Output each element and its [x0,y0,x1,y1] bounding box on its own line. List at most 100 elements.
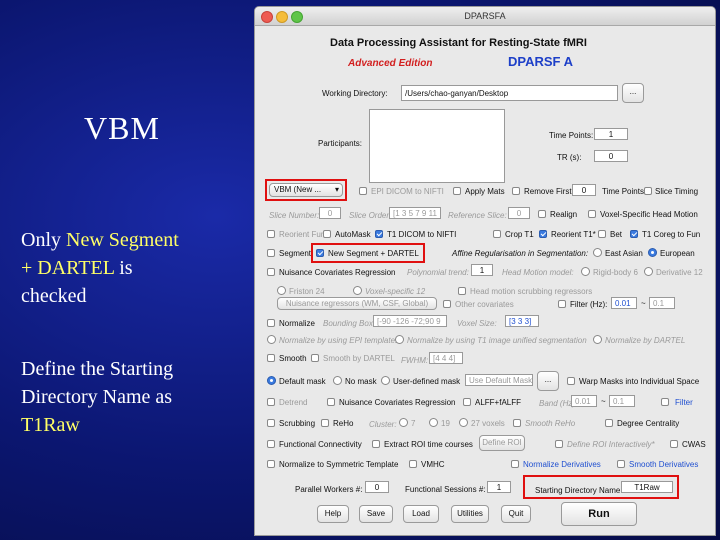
cluster-7-radio[interactable] [399,418,408,427]
filter-low-input[interactable]: 0.01 [611,297,637,309]
mask-path-input[interactable]: Use Default Mask [465,374,533,386]
cluster-27-radio[interactable] [459,418,468,427]
smooth-dartel-checkbox[interactable] [311,354,319,362]
fc-checkbox[interactable] [267,440,275,448]
working-directory-field[interactable]: /Users/chao-ganyan/Desktop [401,85,618,101]
default-mask-radio[interactable] [267,376,276,385]
european-radio[interactable] [648,248,657,257]
smooth-derivatives-checkbox[interactable] [617,460,625,468]
no-mask-radio[interactable] [333,376,342,385]
bounding-box-input[interactable]: [-90 -126 -72;90 9 [373,315,447,327]
realign-checkbox[interactable] [538,210,546,218]
t1-coreg-checkbox[interactable] [630,230,638,238]
slice-order-input[interactable]: [1 3 5 7 9 11 [389,207,441,219]
segment-checkbox[interactable] [267,249,275,257]
slice-timing-checkbox[interactable] [644,187,652,195]
extract-roi-checkbox[interactable] [372,440,380,448]
voxel-head-motion-label: Voxel-Specific Head Motion [600,210,698,219]
quit-button[interactable]: Quit [501,505,531,523]
cwas-checkbox[interactable] [670,440,678,448]
cluster-19-radio[interactable] [429,418,438,427]
filter-2-checkbox[interactable] [661,398,669,406]
reorient-fun-checkbox[interactable] [267,230,275,238]
zoom-window-button[interactable] [291,11,303,23]
east-asian-radio[interactable] [593,248,602,257]
band-tilde: ~ [601,397,606,406]
save-button[interactable]: Save [359,505,393,523]
bounding-box-label: Bounding Box: [323,319,376,328]
derivative-12-radio[interactable] [644,267,653,276]
nuisance-regression-checkbox[interactable] [267,268,275,276]
normalize-t1-radio[interactable] [395,335,404,344]
hm-scrubbing-checkbox[interactable] [458,287,466,295]
rigid-body-6-radio[interactable] [581,267,590,276]
vmhc-checkbox[interactable] [409,460,417,468]
parallel-workers-input[interactable]: 0 [365,481,389,493]
help-button[interactable]: Help [317,505,349,523]
utilities-button[interactable]: Utilities [451,505,489,523]
close-window-button[interactable] [261,11,273,23]
minimize-window-button[interactable] [276,11,288,23]
bet-checkbox[interactable] [598,230,606,238]
crop-t1-checkbox[interactable] [493,230,501,238]
normalize-derivatives-checkbox[interactable] [511,460,519,468]
polynomial-trend-input[interactable]: 1 [471,264,493,276]
normalize-checkbox[interactable] [267,319,275,327]
working-directory-browse-button[interactable]: ... [622,83,644,103]
filter-high-input[interactable]: 0.1 [649,297,675,309]
scrubbing-checkbox[interactable] [267,419,275,427]
automask-checkbox[interactable] [323,230,331,238]
degree-centrality-checkbox[interactable] [605,419,613,427]
reference-slice-input[interactable]: 0 [508,207,530,219]
epi-dicom-checkbox[interactable] [359,187,367,195]
band-high-input[interactable]: 0.1 [609,395,635,407]
slice-order-label: Slice Order: [349,211,392,220]
rigid-body-6-label: Rigid-body 6 [593,268,638,277]
nuisance-regressors-select[interactable]: Nuisance regressors (WM, CSF, Global) [277,297,437,310]
voxel-head-motion-checkbox[interactable] [588,210,596,218]
run-button[interactable]: Run [561,502,637,526]
remove-first-input[interactable]: 0 [572,184,596,196]
band-low-input[interactable]: 0.01 [571,395,597,407]
smooth-reho-checkbox[interactable] [513,419,521,427]
participants-label: Participants: [318,139,363,148]
load-button[interactable]: Load [403,505,439,523]
detrend-checkbox[interactable] [267,398,275,406]
reho-checkbox[interactable] [321,419,329,427]
slice-number-input[interactable]: 0 [319,207,341,219]
normalize-epi-radio[interactable] [267,335,276,344]
define-roi-button[interactable]: Define ROI [479,435,525,451]
time-points-input[interactable]: 1 [594,128,628,140]
normalize-dartel-label: Normalize by DARTEL [605,336,686,345]
reorient-t1-checkbox[interactable] [539,230,547,238]
nuisance-regression-2-checkbox[interactable] [327,398,335,406]
apply-mats-checkbox[interactable] [453,187,461,195]
filter-checkbox[interactable] [558,300,566,308]
t1-dicom-checkbox[interactable] [375,230,383,238]
fwhm-input[interactable]: [4 4 4] [429,352,463,364]
warp-masks-checkbox[interactable] [567,377,575,385]
user-mask-radio[interactable] [381,376,390,385]
note-new-segment: Only New Segment + DARTEL is checked [21,229,179,307]
functional-sessions-input[interactable]: 1 [487,481,511,493]
voxel-size-input[interactable]: [3 3 3] [505,315,539,327]
define-roi-interactive-checkbox[interactable] [555,440,563,448]
friston-24-radio[interactable] [277,286,286,295]
voxel-specific-12-radio[interactable] [353,286,362,295]
smooth-dartel-label: Smooth by DARTEL [323,354,395,363]
slice-number-label: Slice Number: [269,211,320,220]
normalize-dartel-radio[interactable] [593,335,602,344]
cluster-19-label: 19 [441,419,450,428]
mask-browse-button[interactable]: ... [537,371,559,391]
other-covariates-checkbox[interactable] [443,300,451,308]
tr-input[interactable]: 0 [594,150,628,162]
cluster-7-label: 7 [411,419,416,428]
participants-list[interactable] [369,109,505,183]
normalize-symmetric-checkbox[interactable] [267,460,275,468]
remove-first-checkbox[interactable] [512,187,520,195]
polynomial-trend-label: Polynomial trend: [407,268,469,277]
crop-t1-label: Crop T1 [505,230,534,239]
alff-checkbox[interactable] [463,398,471,406]
slice-timing-label: Slice Timing [655,187,699,196]
smooth-checkbox[interactable] [267,354,275,362]
